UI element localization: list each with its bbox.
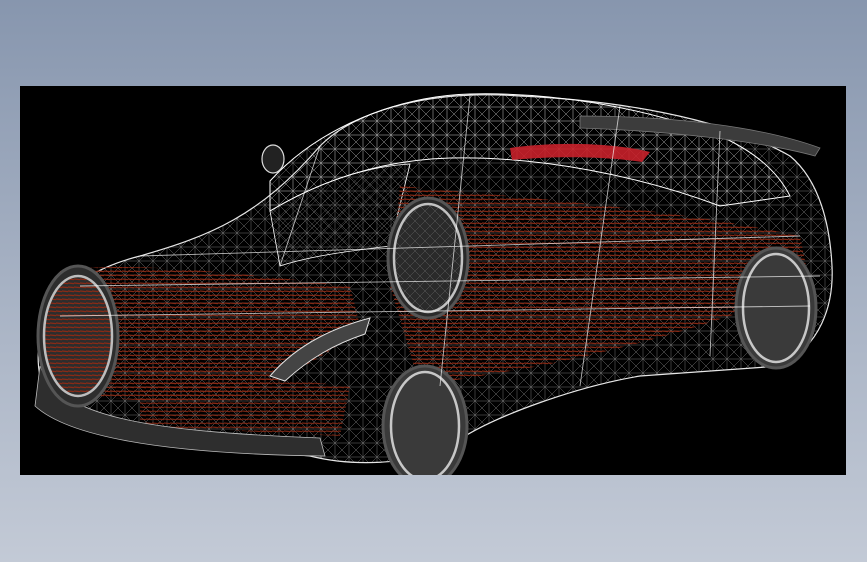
front-right-wheel xyxy=(381,364,469,475)
front-left-wheel xyxy=(36,264,120,408)
rear-right-wheel xyxy=(734,246,818,370)
rear-left-wheel xyxy=(386,196,470,320)
side-mirror xyxy=(261,144,285,174)
3d-model-viewport[interactable] xyxy=(20,86,846,475)
car-wireframe-render xyxy=(34,93,833,475)
